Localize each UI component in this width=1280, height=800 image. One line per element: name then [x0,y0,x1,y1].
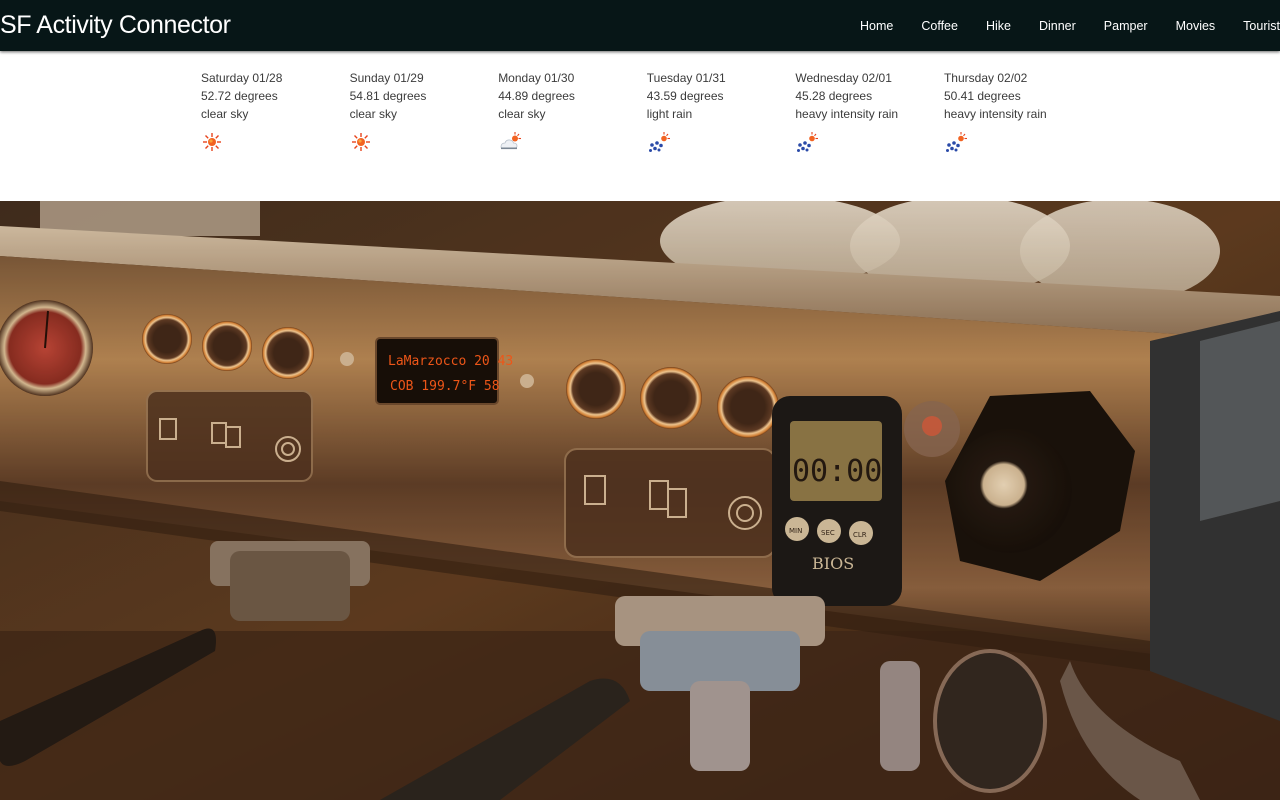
forecast-description: heavy intensity rain [943,107,1047,121]
rain-sun-icon [944,131,967,153]
forecast-date: Sunday 01/29 [349,71,424,85]
espresso-machine-illustration: LaMarzocco 20 43 COB 199.7°F 58 00:00 MI… [0,201,1280,800]
nav-link-tourist[interactable]: Tourist [1243,19,1280,33]
nav-links: Home Coffee Hike Dinner Pamper Movies To… [832,0,1280,51]
forecast-description: heavy intensity rain [795,107,899,121]
nav-link-coffee[interactable]: Coffee [921,19,958,33]
nav-link-movies[interactable]: Movies [1176,19,1216,33]
forecast-date: Thursday 02/02 [943,71,1028,85]
brand-title[interactable]: SF Activity Connector [0,10,231,40]
forecast-temperature: 54.81 degrees [349,89,427,103]
forecast-temperature: 44.89 degrees [498,89,575,103]
hero-image: LaMarzocco 20 43 COB 199.7°F 58 00:00 MI… [0,201,1280,800]
forecast-description: light rain [646,107,693,121]
forecast-day: Thursday 02/02 50.41 degrees heavy inten… [944,69,1093,153]
nav-link-dinner[interactable]: Dinner [1039,19,1076,33]
cloud-sun-icon [498,131,522,153]
forecast-date: Saturday 01/28 [201,71,283,85]
forecast-date: Monday 01/30 [498,71,575,85]
rain-sun-icon [647,131,670,153]
forecast-date: Tuesday 01/31 [646,71,726,85]
forecast-description: clear sky [349,107,397,121]
forecast-description: clear sky [201,107,249,121]
navbar: SF Activity Connector Home Coffee Hike D… [0,0,1280,51]
nav-link-pamper[interactable]: Pamper [1104,19,1148,33]
forecast-day: Monday 01/30 44.89 degrees clear sky [498,69,647,153]
forecast-description: clear sky [498,107,546,121]
forecast-temperature: 52.72 degrees [201,89,278,103]
weather-forecast: Saturday 01/28 52.72 degrees clear sky S… [201,69,1093,153]
nav-link-hike[interactable]: Hike [986,19,1011,33]
forecast-temperature: 50.41 degrees [943,89,1021,103]
forecast-temperature: 43.59 degrees [646,89,724,103]
forecast-day: Sunday 01/29 54.81 degrees clear sky [350,69,499,153]
forecast-day: Wednesday 02/01 45.28 degrees heavy inte… [795,69,944,153]
forecast-date: Wednesday 02/01 [795,71,892,85]
nav-link-home[interactable]: Home [860,19,893,33]
rain-sun-icon [795,131,819,153]
sun-icon [350,131,372,153]
forecast-day: Tuesday 01/31 43.59 degrees light rain [647,69,796,153]
forecast-day: Saturday 01/28 52.72 degrees clear sky [201,69,350,153]
sun-icon [201,131,223,153]
forecast-temperature: 45.28 degrees [795,89,873,103]
